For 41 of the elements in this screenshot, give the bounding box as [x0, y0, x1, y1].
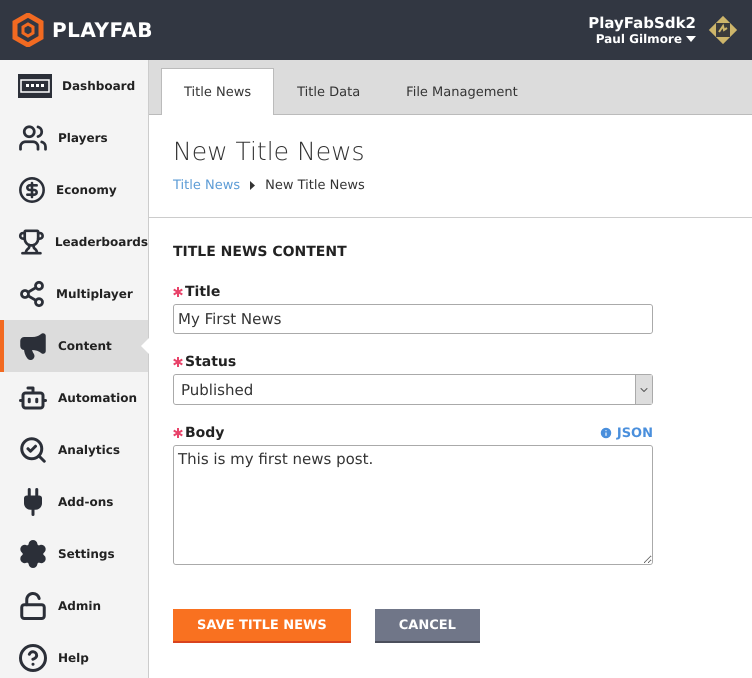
caret-right-icon: [250, 181, 256, 190]
dollar-coin-icon: [18, 176, 46, 204]
title-input-field[interactable]: My First News: [173, 304, 653, 334]
sidebar-item[interactable]: Add-ons: [0, 476, 148, 528]
help-icon: [18, 643, 48, 673]
sidebar-item[interactable]: Leaderboards: [0, 216, 148, 268]
sidebar-item[interactable]: Multiplayer: [0, 268, 148, 320]
sidebar-item[interactable]: Automation: [0, 372, 148, 424]
keyboard-icon: [18, 74, 52, 98]
people-icon: [18, 123, 48, 153]
sidebar-item[interactable]: Admin: [0, 580, 148, 632]
megaphone-icon: [18, 331, 48, 361]
sidebar-item[interactable]: Analytics: [0, 424, 148, 476]
tab[interactable]: File Management: [383, 68, 541, 115]
field-label: Body: [185, 425, 224, 441]
sidebar-item[interactable]: Content: [0, 320, 148, 372]
caret-icon: [686, 36, 696, 42]
sidebar-item[interactable]: Dashboard: [0, 60, 148, 112]
field-label: Title: [185, 284, 220, 300]
tab[interactable]: Title Data: [274, 68, 384, 115]
unlocked-padlock-icon: [18, 591, 48, 621]
logo-text: PLAYFAB: [52, 18, 154, 42]
hexagon-logo-icon: [12, 13, 44, 47]
tab[interactable]: Title News: [161, 68, 274, 115]
sidebar-item[interactable]: Economy: [0, 164, 148, 216]
page-title: New Title News: [173, 137, 366, 166]
share-nodes-icon: [18, 280, 46, 308]
user-menu[interactable]: Paul Gilmore: [596, 32, 696, 46]
cancel-button[interactable]: CANCEL: [374, 609, 480, 643]
sidebar-item[interactable]: Players: [0, 112, 148, 164]
breadcrumb-current: New Title News: [265, 178, 365, 193]
body-text-area[interactable]: This is my first news post.: [173, 445, 653, 565]
title-name: PlayFabSdk2: [588, 14, 696, 32]
section-title: TITLE NEWS CONTENT: [173, 244, 348, 260]
info-icon: [598, 426, 613, 440]
avatar-icon: [706, 13, 740, 47]
sidebar-item[interactable]: Help: [0, 632, 148, 678]
sidebar-item[interactable]: Settings: [0, 528, 148, 580]
trophy-icon: [18, 228, 45, 256]
field-label: Status: [185, 354, 236, 370]
status-select[interactable]: Published: [173, 374, 653, 405]
